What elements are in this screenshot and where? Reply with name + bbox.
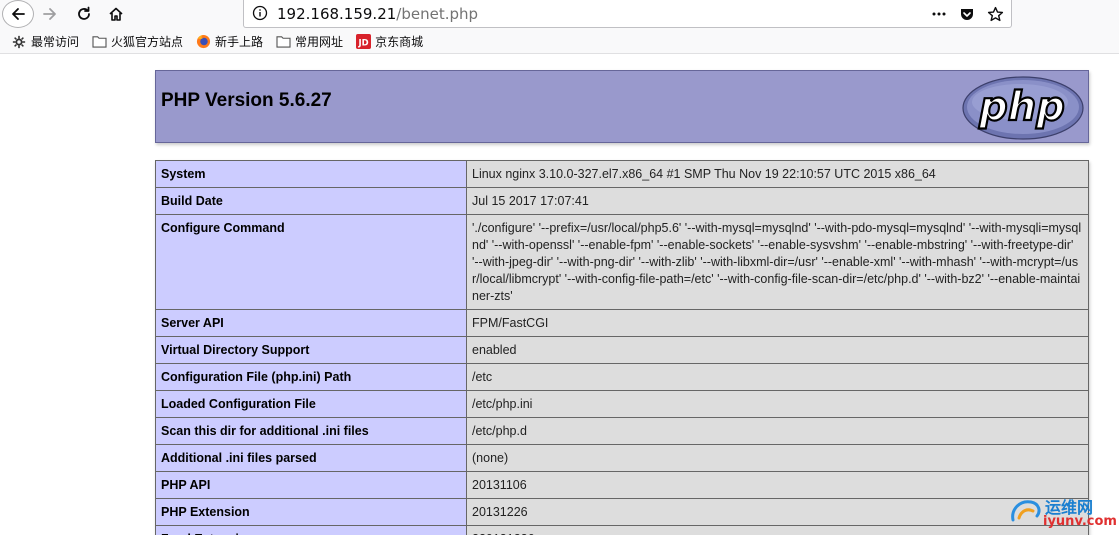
row-key: PHP Extension (155, 498, 467, 526)
bookmark-common-sites[interactable]: 常用网址 (273, 31, 349, 53)
forward-button[interactable] (36, 0, 64, 28)
bookmark-label: 最常访问 (31, 35, 80, 49)
row-value: Jul 15 2017 17:07:41 (466, 187, 1089, 215)
table-row: Configure Command './configure' '--prefix… (155, 214, 1089, 310)
swirl-icon (1011, 500, 1041, 522)
gear-icon (11, 34, 27, 50)
watermark-en-text: iyunv.com (1043, 514, 1117, 529)
home-button[interactable] (102, 0, 130, 28)
row-value: './configure' '--prefix=/usr/local/php5.… (466, 214, 1089, 310)
arrow-left-icon (12, 8, 25, 20)
row-value: 220131226 (466, 525, 1089, 535)
pocket-icon (961, 9, 973, 20)
page-title: PHP Version 5.6.27 (161, 90, 332, 111)
address-bar[interactable]: 192.168.159.21/benet.php (243, 0, 1012, 28)
table-row: Virtual Directory Support enabled (155, 336, 1089, 364)
jd-icon: JD (355, 34, 371, 50)
row-key: Configure Command (155, 214, 467, 310)
row-value: FPM/FastCGI (466, 309, 1089, 337)
watermark-logo: 运维网 iyunv.com (1005, 492, 1117, 532)
bookmark-getting-started[interactable]: 新手上路 (193, 31, 269, 53)
url-path: /benet.php (396, 5, 479, 23)
bookmark-label: 京东商城 (375, 35, 424, 49)
table-row: Zend Extension220131226 (155, 525, 1089, 535)
svg-text:JD: JD (357, 37, 368, 47)
bookmark-star-button[interactable] (985, 4, 1005, 24)
reload-icon (78, 6, 90, 20)
back-button[interactable] (2, 0, 34, 28)
row-key: Build Date (155, 187, 467, 215)
php-info-table: System Linux nginx 3.10.0-327.el7.x86_64 … (155, 160, 1089, 535)
row-value: 20131106 (466, 471, 1089, 499)
folder-icon (275, 34, 291, 50)
row-key: Virtual Directory Support (155, 336, 467, 364)
bookmark-most-visited[interactable]: 最常访问 (9, 31, 85, 53)
row-key: System (155, 160, 467, 188)
info-icon[interactable] (252, 5, 268, 21)
php-logo-text: php (978, 84, 1065, 130)
star-icon (987, 6, 1003, 21)
row-key: Zend Extension (155, 525, 467, 535)
folder-icon (91, 34, 107, 50)
bookmarks-bar: 最常访问 火狐官方站点 新手上路 常用网址 JD 京东商城 (0, 30, 1119, 54)
bookmark-label: 新手上路 (215, 35, 264, 49)
more-dots-icon (932, 12, 946, 16)
table-row: PHP Extension 20131226 (155, 498, 1089, 526)
php-header: PHP Version 5.6.27 php (155, 70, 1089, 143)
table-row: Server API FPM/FastCGI (155, 309, 1089, 337)
row-key: Configuration File (php.ini) Path (155, 363, 467, 391)
row-value: /etc/php.ini (466, 390, 1089, 418)
row-value: 20131226 (466, 498, 1089, 526)
row-value: enabled (466, 336, 1089, 364)
row-value: /etc/php.d (466, 417, 1089, 445)
table-row: Loaded Configuration File/etc/php.ini (155, 390, 1089, 418)
url-host: 192.168.159.21 (277, 5, 397, 23)
browser-toolbar: 192.168.159.21/benet.php (0, 0, 1119, 30)
bookmark-label: 常用网址 (295, 35, 344, 49)
arrow-right-icon (43, 8, 56, 20)
table-row: Build Date Jul 15 2017 17:07:41 (155, 187, 1089, 215)
table-row: Configuration File (php.ini) Path/etc (155, 363, 1089, 391)
row-key: Scan this dir for additional .ini files (155, 417, 467, 445)
bookmark-firefox-site[interactable]: 火狐官方站点 (89, 31, 189, 53)
firefox-icon (195, 34, 211, 50)
row-key: Additional .ini files parsed (155, 444, 467, 472)
table-row: Scan this dir for additional .ini files /… (155, 417, 1089, 445)
row-value: /etc (466, 363, 1089, 391)
bookmark-jd[interactable]: JD 京东商城 (353, 31, 429, 53)
home-icon (109, 7, 123, 21)
row-key: Server API (155, 309, 467, 337)
row-key: PHP API (155, 471, 467, 499)
page-content: PHP Version 5.6.27 php System Linux nginx… (0, 54, 1119, 535)
url-text[interactable]: 192.168.159.21/benet.php (277, 5, 478, 23)
table-row: PHP API 20131106 (155, 471, 1089, 499)
url-actions (929, 4, 1005, 24)
reload-button[interactable] (70, 0, 98, 28)
table-row: Additional .ini files parsed (none) (155, 444, 1089, 472)
bookmark-label: 火狐官方站点 (111, 35, 184, 49)
row-key: Loaded Configuration File (155, 390, 467, 418)
table-row: System Linux nginx 3.10.0-327.el7.x86_64 … (155, 160, 1089, 188)
pocket-button[interactable] (957, 4, 977, 24)
php-logo: php (962, 76, 1084, 140)
row-value: Linux nginx 3.10.0-327.el7.x86_64 #1 SMP… (466, 160, 1089, 188)
row-value: (none) (466, 444, 1089, 472)
page-actions-button[interactable] (929, 4, 949, 24)
